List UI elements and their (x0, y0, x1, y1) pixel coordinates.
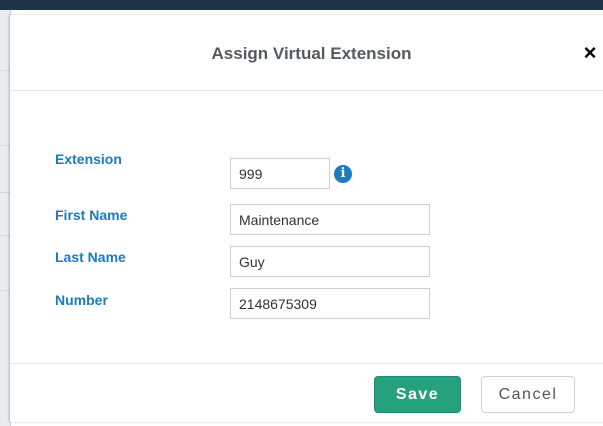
dialog-title: Assign Virtual Extension (211, 44, 412, 63)
first-name-label: First Name (55, 207, 128, 223)
divider (0, 235, 10, 236)
save-button[interactable]: Save (374, 376, 461, 413)
dialog-footer: Save Cancel (10, 363, 603, 422)
number-input[interactable] (230, 288, 430, 319)
divider (0, 145, 10, 146)
divider (0, 70, 10, 71)
info-icon[interactable]: i (334, 165, 352, 183)
close-icon[interactable]: × (578, 41, 602, 65)
assign-virtual-extension-dialog: Assign Virtual Extension × Extension i F… (10, 15, 603, 422)
cancel-button[interactable]: Cancel (481, 376, 575, 413)
divider (0, 192, 10, 193)
dialog-header: Assign Virtual Extension × (10, 15, 603, 91)
number-label: Number (55, 292, 108, 308)
extension-label: Extension (55, 151, 122, 167)
last-name-input[interactable] (230, 246, 430, 277)
dialog-body: Extension i First Name Last Name Number (10, 91, 603, 363)
first-name-input[interactable] (230, 204, 430, 235)
divider (0, 290, 10, 291)
app-top-bar (0, 0, 603, 10)
extension-input[interactable] (230, 158, 330, 189)
last-name-label: Last Name (55, 249, 126, 265)
